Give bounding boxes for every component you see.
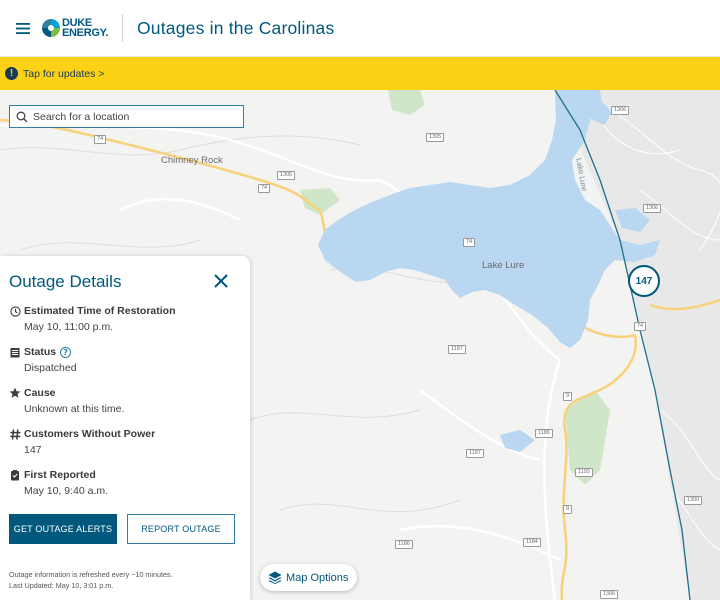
page-title: Outages in the Carolinas [137,17,335,38]
hamburger-menu-button[interactable] [6,11,40,45]
road-shield: 74 [94,135,107,144]
logo-mark-icon [42,19,60,37]
detail-value: May 10, 11:00 p.m. [24,321,114,333]
detail-label: Cause [24,387,56,399]
road-shield: 74 [258,184,271,193]
road-shield: 1187 [448,345,466,354]
outage-details-panel: Outage Details Estimated Time of Restora… [0,256,250,600]
road-shield: 1187 [466,449,484,458]
detail-value: May 10, 9:40 a.m. [24,485,109,497]
flag-icon [9,469,21,481]
map-options-label: Map Options [286,571,349,584]
get-outage-alerts-button[interactable]: GET OUTAGE ALERTS [9,514,117,544]
app-header: DUKE ENERGY. Outages in the Carolinas [0,0,720,57]
detail-label: Status [24,346,57,358]
layers-icon [268,571,282,584]
banner-text: Tap for updates > [23,67,105,80]
detail-label: First Reported [24,469,96,481]
refresh-footnote: Outage information is refreshed every ~1… [9,569,241,591]
detail-value: 147 [24,444,42,456]
road-shield: 1193 [575,468,593,477]
road-shield: 74 [463,238,476,247]
place-label-lake-lure: Lake Lure [482,260,525,271]
clock-icon [9,305,21,317]
detail-label: Customers Without Power [24,428,156,440]
map-options-button[interactable]: Map Options [260,564,357,591]
detail-first-reported: First Reported May 10, 9:40 a.m. [9,469,241,497]
road-shield: 1306 [611,106,630,115]
clipboard-icon [9,346,21,358]
detail-label: Estimated Time of Restoration [24,305,176,317]
detail-value: Dispatched [24,362,77,374]
road-shield: 1300 [684,496,703,505]
road-shield: 1306 [643,204,662,213]
road-shield: 1306 [600,590,619,599]
detail-customers-affected: Customers Without Power 147 [9,428,241,456]
detail-value: Unknown at this time. [24,403,125,415]
road-shield: 74 [634,322,647,331]
star-icon [9,387,21,399]
last-updated: Last Updated: May 10, 3:01 p.m. [9,581,114,590]
duke-energy-logo[interactable]: DUKE ENERGY. [40,17,112,39]
road-shield: 9 [563,392,573,401]
road-shield: 1184 [523,538,541,547]
close-button[interactable] [212,272,230,290]
logo-wordmark: DUKE ENERGY. [62,18,109,39]
location-search[interactable] [9,105,244,128]
header-divider [122,14,123,42]
panel-title: Outage Details [9,272,122,291]
search-icon [16,111,28,122]
logo-line2: ENERGY. [62,27,109,39]
hash-icon [9,428,21,440]
road-shield: 1186 [395,540,413,549]
detail-restoration-time: Estimated Time of Restoration May 10, 11… [9,305,241,333]
refresh-note: Outage information is refreshed every ~1… [9,570,173,579]
road-shield: 1305 [277,171,296,180]
updates-banner[interactable]: ! Tap for updates > [0,57,720,90]
place-label-chimney-rock: Chimney Rock [161,155,223,166]
report-outage-button[interactable]: REPORT OUTAGE [127,514,235,544]
alert-icon: ! [5,67,18,80]
detail-cause: Cause Unknown at this time. [9,387,241,415]
road-shield: 1305 [426,133,445,142]
close-icon [214,274,228,288]
hamburger-icon [16,22,30,34]
road-shield: 1186 [535,429,553,438]
search-input[interactable] [33,110,233,123]
outage-cluster-marker[interactable]: 147 [628,265,660,297]
detail-status: Status ? Dispatched [9,346,241,374]
panel-actions: GET OUTAGE ALERTS REPORT OUTAGE [9,514,241,544]
road-shield: 9 [563,505,573,514]
help-icon[interactable]: ? [60,346,72,358]
